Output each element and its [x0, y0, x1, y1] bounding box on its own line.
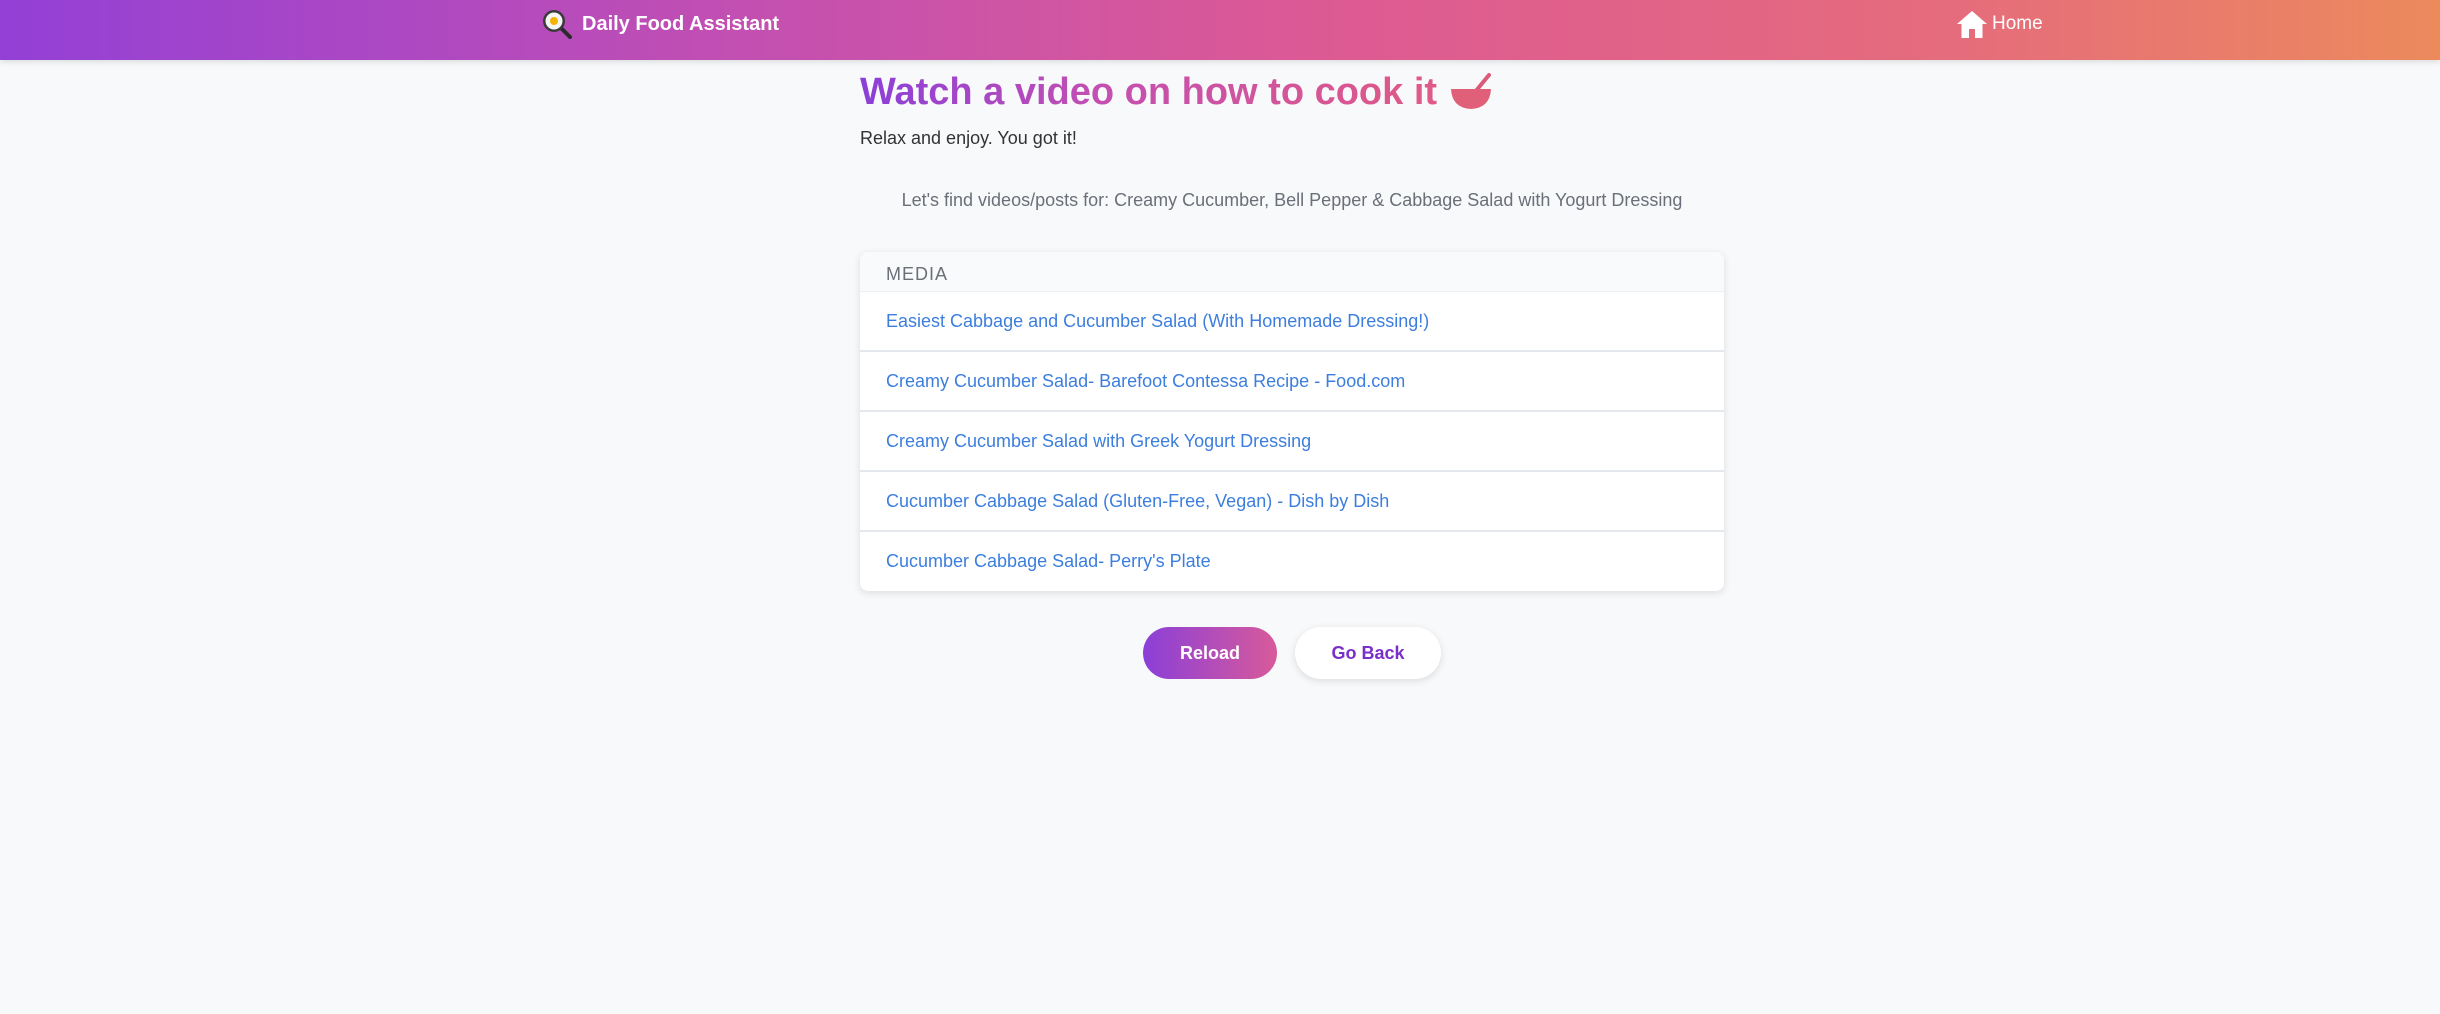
main-content: Watch a video on how to cook it Relax an…	[860, 60, 1724, 679]
query-dish-name: Creamy Cucumber, Bell Pepper & Cabbage S…	[1114, 190, 1683, 210]
reload-button[interactable]: Reload	[1143, 627, 1277, 679]
brand-link[interactable]: Daily Food Assistant	[542, 0, 779, 48]
bowl-with-spoon-icon	[1451, 73, 1492, 109]
home-label: Home	[1992, 13, 2043, 34]
subtitle: Relax and enjoy. You got it!	[860, 128, 1077, 148]
title-row: Watch a video on how to cook it	[860, 66, 1724, 118]
media-link[interactable]: Cucumber Cabbage Salad- Perry's Plate	[860, 532, 1724, 591]
media-header: MEDIA	[860, 252, 1724, 292]
media-link[interactable]: Easiest Cabbage and Cucumber Salad (With…	[860, 292, 1724, 352]
query-label: Let's find videos/posts for:	[901, 190, 1110, 210]
query-line: Let's find videos/posts for: Creamy Cucum…	[860, 190, 1724, 212]
house-icon	[1957, 11, 1987, 38]
media-list-card: MEDIA Easiest Cabbage and Cucumber Salad…	[860, 252, 1724, 591]
home-link[interactable]: Home	[1956, 0, 2043, 48]
page-title: Watch a video on how to cook it	[860, 70, 1438, 113]
top-navbar: Daily Food Assistant Home	[0, 0, 2440, 60]
action-buttons: Reload Go Back	[860, 627, 1724, 679]
media-link[interactable]: Creamy Cucumber Salad- Barefoot Contessa…	[860, 352, 1724, 412]
frying-pan-egg-icon	[543, 10, 572, 39]
go-back-button[interactable]: Go Back	[1295, 627, 1441, 679]
brand-name: Daily Food Assistant	[582, 12, 780, 35]
media-link[interactable]: Creamy Cucumber Salad with Greek Yogurt …	[860, 412, 1724, 472]
media-link[interactable]: Cucumber Cabbage Salad (Gluten-Free, Veg…	[860, 472, 1724, 532]
